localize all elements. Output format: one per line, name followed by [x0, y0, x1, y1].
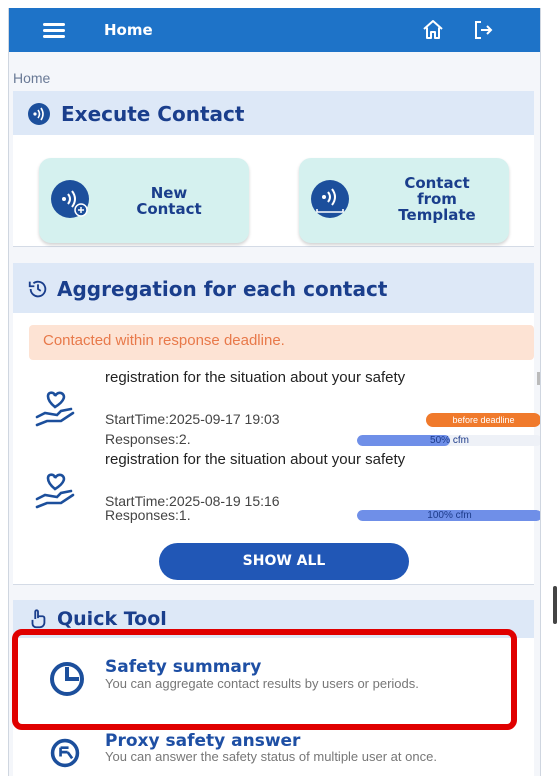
- status-badge: before deadline: [426, 413, 540, 427]
- quick-tool-title: Quick Tool: [57, 608, 167, 630]
- deadline-alert: Contacted within response deadline.: [29, 325, 534, 360]
- contact-responses: Responses:2.: [105, 431, 191, 447]
- list-scrollbar[interactable]: [537, 372, 540, 385]
- progress-label: 50% cfm: [430, 435, 469, 446]
- contact-list-item[interactable]: registration for the situation about you…: [29, 369, 540, 451]
- new-contact-button[interactable]: New Contact: [39, 158, 249, 243]
- aggregation-header: Aggregation for each contact: [13, 263, 534, 313]
- app-bar: Home: [9, 8, 540, 52]
- page-scrollbar[interactable]: [553, 586, 557, 624]
- breadcrumb[interactable]: Home: [13, 70, 50, 86]
- confirmation-progress-bar: 50% cfm: [357, 435, 540, 446]
- hamburger-menu-icon[interactable]: [43, 20, 65, 40]
- template-contact-icon: [311, 180, 349, 218]
- execute-contact-header: Execute Contact: [13, 91, 534, 135]
- contact-from-template-button[interactable]: Contact from Template: [299, 158, 509, 243]
- proxy-safety-answer-tool[interactable]: Proxy safety answer You can answer the s…: [39, 731, 539, 776]
- new-contact-icon: [51, 180, 89, 218]
- history-icon: [28, 280, 47, 298]
- contact-from-template-label: Contact from Template: [398, 174, 476, 224]
- contact-start-time: StartTime:2025-09-17 19:03: [105, 411, 280, 427]
- progress-label: 100% cfm: [427, 510, 472, 521]
- contact-list-item[interactable]: registration for the situation about you…: [29, 451, 540, 533]
- contact-title: registration for the situation about you…: [105, 451, 406, 468]
- proxy-safety-answer-description: You can answer the safety status of mult…: [105, 749, 437, 764]
- home-icon[interactable]: [421, 18, 445, 42]
- app-bar-title: Home: [104, 21, 153, 39]
- tap-hand-icon: [31, 609, 46, 629]
- safety-hand-heart-icon: [35, 391, 75, 427]
- new-contact-label: New Contact: [136, 184, 202, 218]
- contact-title: registration for the situation about you…: [105, 369, 406, 386]
- aggregation-title: Aggregation for each contact: [57, 277, 388, 301]
- execute-contact-title: Execute Contact: [61, 102, 245, 126]
- confirmation-progress-bar: 100% cfm: [357, 510, 540, 521]
- show-all-button[interactable]: SHOW ALL: [159, 543, 409, 580]
- proxy-answer-icon: [50, 738, 80, 768]
- safety-hand-heart-icon: [35, 473, 75, 509]
- highlight-box: [12, 629, 517, 730]
- contact-responses: Responses:1.: [105, 507, 191, 523]
- logout-icon[interactable]: [471, 18, 495, 42]
- broadcast-icon: [28, 103, 50, 125]
- proxy-safety-answer-title: Proxy safety answer: [105, 731, 301, 751]
